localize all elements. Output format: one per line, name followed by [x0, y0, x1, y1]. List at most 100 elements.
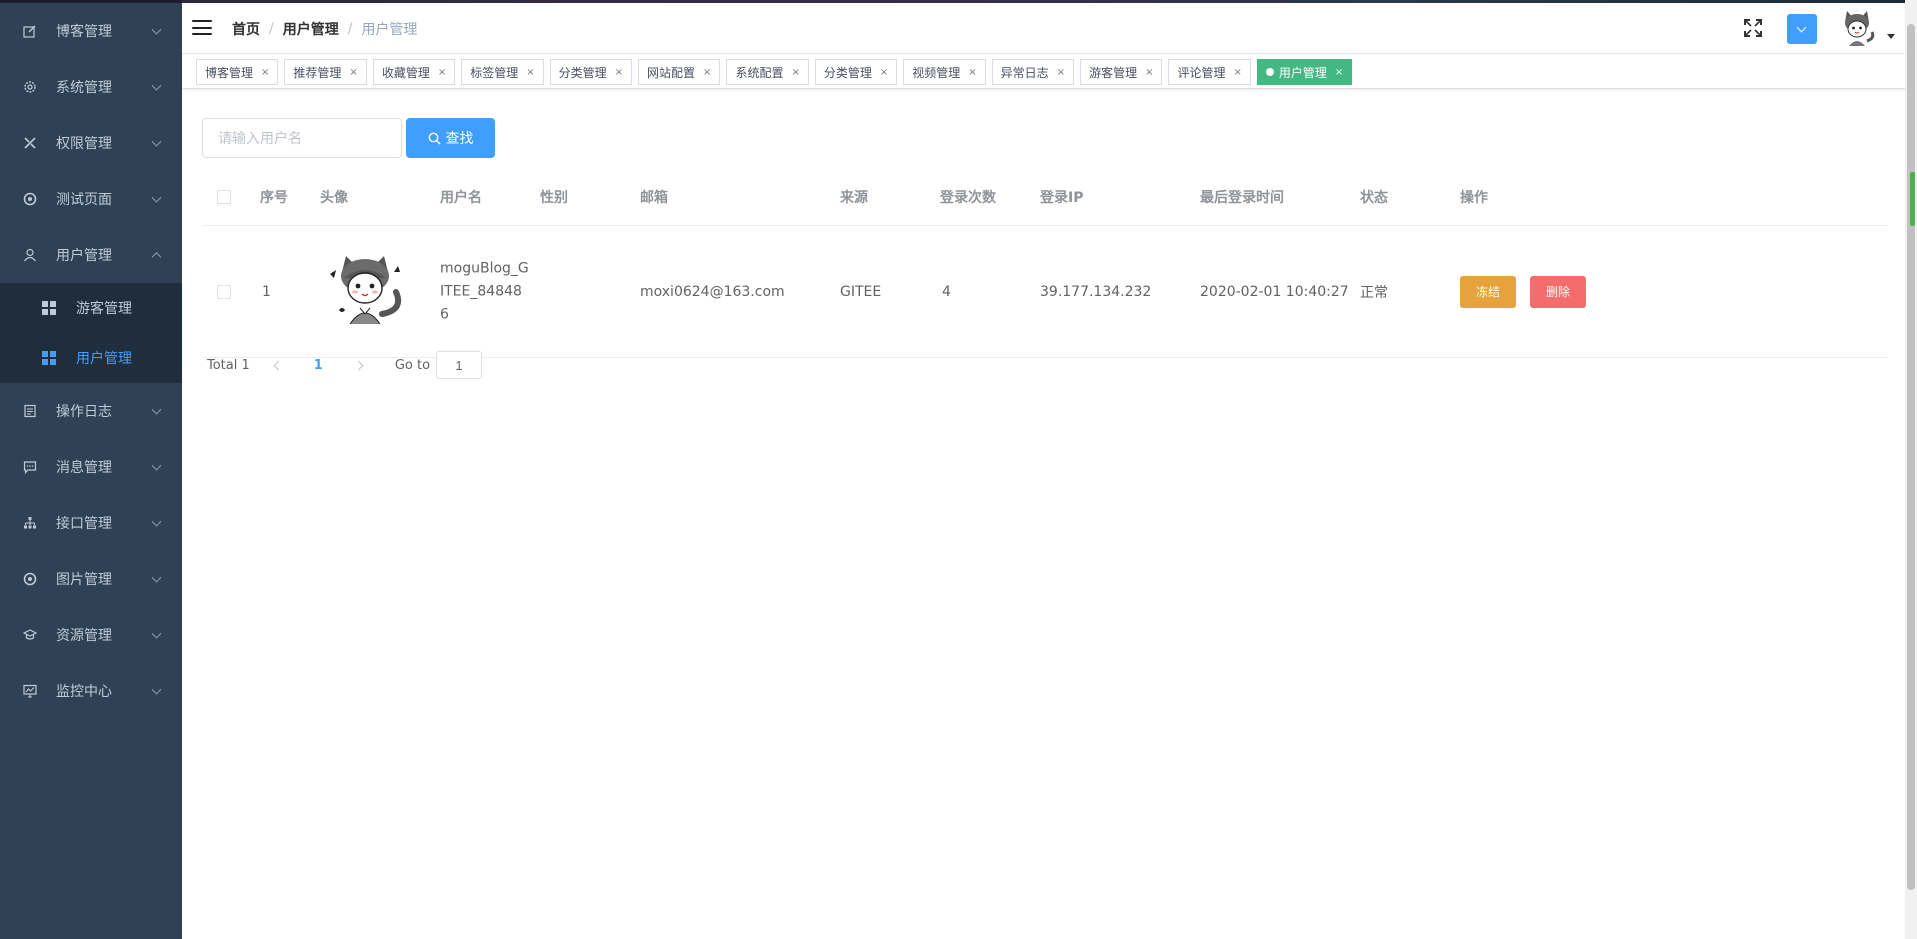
freeze-button[interactable]: 冻结 — [1460, 275, 1516, 308]
sitemap-icon — [22, 515, 38, 531]
tag-label-manage[interactable]: 标签管理 × — [461, 59, 544, 85]
tag-system-config[interactable]: 系统配置 × — [726, 59, 809, 85]
tag-blog[interactable]: 博客管理 × — [196, 59, 279, 85]
sidebar-item-label: 消息管理 — [56, 460, 112, 476]
close-icon[interactable]: × — [349, 67, 357, 78]
chevron-down-icon — [151, 460, 162, 471]
tag-collect[interactable]: 收藏管理 × — [372, 59, 456, 85]
user-table: 序号 头像 用户名 性别 邮箱 来源 登录次数 登录IP 最后登录时间 状态 操… — [202, 168, 1888, 358]
window-top-line — [182, 0, 1917, 3]
user-avatar-image — [324, 252, 408, 332]
column-header: 操作 — [1460, 189, 1488, 206]
dropdown-button[interactable] — [1787, 14, 1817, 44]
search-button[interactable]: 查找 — [406, 118, 495, 158]
tag-exception-log[interactable]: 异常日志 × — [991, 59, 1075, 85]
tag-website-config[interactable]: 网站配置 × — [638, 59, 721, 85]
tag-user-active[interactable]: 用户管理 × — [1256, 59, 1353, 85]
chevron-right-icon[interactable] — [355, 360, 365, 370]
sidebar-item-permission[interactable]: 权限管理 — [0, 115, 182, 171]
user-avatar[interactable] — [1837, 8, 1877, 48]
sidebar-submenu-user: 游客管理 用户管理 — [0, 283, 182, 383]
column-header: 来源 — [840, 189, 868, 206]
close-icon[interactable]: × — [526, 67, 534, 78]
sidebar-item-label: 测试页面 — [56, 192, 112, 208]
row-status: 正常 — [1360, 284, 1388, 301]
sidebar-item-test[interactable]: 测试页面 — [0, 171, 182, 227]
select-all-checkbox[interactable] — [217, 189, 231, 204]
sidebar-item-label: 资源管理 — [56, 628, 112, 644]
sidebar-subitem-user-manage[interactable]: 用户管理 — [0, 333, 182, 383]
tag-recommend[interactable]: 推荐管理 × — [284, 59, 367, 85]
close-icon[interactable]: × — [1145, 67, 1153, 78]
main-content: 查找 序号 头像 用户名 性别 邮箱 来源 登录次数 登录IP 最后登录时间 状… — [182, 90, 1917, 939]
close-icon[interactable]: × — [615, 67, 623, 78]
sidebar-item-blog[interactable]: 博客管理 — [0, 3, 182, 59]
breadcrumb-home[interactable]: 首页 — [232, 19, 260, 39]
sidebar-subitem-visitor[interactable]: 游客管理 — [0, 283, 182, 333]
column-header: 最后登录时间 — [1200, 189, 1284, 206]
search-input[interactable] — [202, 118, 402, 158]
sidebar-item-picture[interactable]: 图片管理 — [0, 551, 182, 607]
hamburger-menu-icon[interactable] — [192, 20, 212, 36]
column-header: 用户名 — [440, 189, 482, 206]
sidebar-item-label: 博客管理 — [56, 24, 112, 40]
tag-category-2[interactable]: 分类管理 × — [814, 59, 898, 85]
scrollbar-thumb[interactable] — [1907, 24, 1915, 890]
column-header: 头像 — [320, 189, 348, 206]
goto-page-input[interactable] — [436, 351, 483, 379]
page-scrollbar[interactable] — [1905, 0, 1917, 939]
top-navbar: 首页 / 用户管理 / 用户管理 — [182, 0, 1917, 54]
close-icon[interactable]: × — [968, 67, 976, 78]
sidebar-item-label: 监控中心 — [56, 684, 112, 700]
breadcrumb-user-manage[interactable]: 用户管理 — [283, 19, 339, 39]
close-icon[interactable]: × — [438, 67, 446, 78]
sidebar-item-oplog[interactable]: 操作日志 — [0, 383, 182, 439]
fullscreen-icon[interactable] — [1742, 17, 1764, 39]
close-icon[interactable]: × — [261, 67, 269, 78]
tag-video[interactable]: 视频管理 × — [903, 59, 986, 85]
sidebar-item-monitor[interactable]: 监控中心 — [0, 663, 182, 719]
delete-button[interactable]: 删除 — [1530, 275, 1586, 308]
chevron-down-icon — [151, 628, 162, 639]
tag-category[interactable]: 分类管理 × — [549, 59, 633, 85]
column-header: 邮箱 — [640, 189, 668, 206]
table-header: 序号 头像 用户名 性别 邮箱 来源 登录次数 登录IP 最后登录时间 状态 操… — [202, 168, 1888, 226]
sidebar: 博客管理 系统管理 权限管理 测试页面 用户管理 游客管理 用户管理 操作日志 … — [0, 0, 182, 939]
sidebar-item-message[interactable]: 消息管理 — [0, 439, 182, 495]
close-icon[interactable]: × — [1335, 67, 1343, 78]
tag-label: 收藏管理 — [381, 65, 430, 80]
graduation-icon — [22, 627, 38, 643]
tag-label: 标签管理 — [470, 65, 519, 80]
sidebar-item-system[interactable]: 系统管理 — [0, 59, 182, 115]
page-number[interactable]: 1 — [314, 358, 323, 373]
tag-label: 异常日志 — [1000, 65, 1049, 80]
sidebar-item-label: 操作日志 — [56, 404, 112, 420]
tag-label: 分类管理 — [558, 65, 607, 80]
chevron-left-icon[interactable] — [272, 360, 282, 370]
row-checkbox[interactable] — [217, 284, 231, 299]
pagination: Total 1 1 Go to — [207, 350, 483, 380]
sidebar-item-label: 图片管理 — [56, 572, 112, 588]
close-icon[interactable]: × — [880, 67, 888, 78]
sidebar-item-label: 权限管理 — [56, 136, 112, 152]
sidebar-subitem-label: 游客管理 — [76, 301, 132, 317]
chevron-down-icon — [151, 404, 162, 415]
sidebar-item-user[interactable]: 用户管理 — [0, 227, 182, 283]
user-icon — [22, 247, 38, 263]
row-username: moguBlog_GITEE_848486 — [440, 260, 529, 322]
tags-view: 博客管理 × 推荐管理 × 收藏管理 × 标签管理 × 分类管理 × 网站配置 × 系统配置… — [182, 55, 1917, 89]
sidebar-item-label: 接口管理 — [56, 516, 112, 532]
tag-comment[interactable]: 评论管理 × — [1168, 59, 1251, 85]
breadcrumb-separator: / — [269, 21, 274, 37]
close-icon[interactable]: × — [703, 67, 711, 78]
chevron-down-icon — [151, 136, 162, 147]
sidebar-item-resource[interactable]: 资源管理 — [0, 607, 182, 663]
tag-label: 博客管理 — [205, 65, 254, 80]
close-icon[interactable]: × — [1233, 67, 1241, 78]
close-icon[interactable]: × — [1057, 67, 1065, 78]
tag-visitor[interactable]: 游客管理 × — [1080, 59, 1163, 85]
close-icon[interactable]: × — [791, 67, 799, 78]
message-icon — [22, 459, 38, 475]
caret-down-icon[interactable] — [1887, 34, 1895, 39]
sidebar-item-api[interactable]: 接口管理 — [0, 495, 182, 551]
